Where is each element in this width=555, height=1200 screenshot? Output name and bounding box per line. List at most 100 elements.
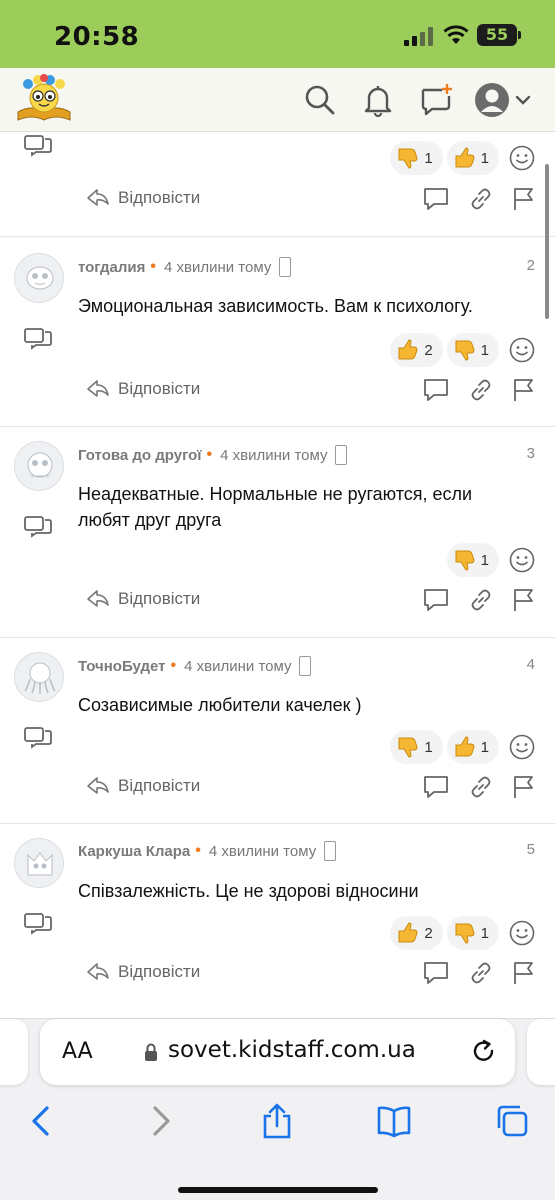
- address-bar[interactable]: AA sovet.kidstaff.com.ua: [40, 1019, 515, 1085]
- comment-number: 4: [526, 656, 535, 673]
- share-icon[interactable]: [259, 1103, 295, 1139]
- link-icon[interactable]: [468, 377, 494, 403]
- link-icon[interactable]: [468, 186, 494, 212]
- link-icon[interactable]: [468, 960, 494, 986]
- forward-icon[interactable]: [142, 1103, 178, 1139]
- like-reaction[interactable]: 1: [446, 730, 499, 764]
- mobile-device-icon: [279, 257, 292, 277]
- online-dot: •: [170, 657, 177, 674]
- online-dot: •: [206, 446, 213, 463]
- url-text[interactable]: sovet.kidstaff.com.ua: [168, 1037, 416, 1063]
- previous-tab-peek[interactable]: [0, 1019, 28, 1085]
- comment-meta: Каркуша Клара • 4 хвилини тому: [78, 840, 337, 862]
- comment-author[interactable]: Готова до другої: [78, 447, 202, 464]
- avatar[interactable]: [14, 652, 64, 702]
- comment-time: 4 хвилини тому: [220, 446, 328, 464]
- thumbs-up-icon: [455, 736, 475, 757]
- chat-bubbles-icon[interactable]: [24, 912, 52, 936]
- home-indicator[interactable]: [178, 1187, 378, 1193]
- comment-actions: Відповісти: [0, 772, 555, 802]
- status-time: 20:58: [54, 22, 140, 52]
- lock-icon: [145, 1043, 157, 1061]
- reply-button[interactable]: Відповісти: [86, 379, 200, 399]
- avatar-face-icon: [26, 266, 54, 290]
- report-flag-icon[interactable]: [511, 587, 537, 613]
- comment-meta: ТочноБудет • 4 хвилини тому: [78, 655, 312, 677]
- report-flag-icon[interactable]: [511, 960, 537, 986]
- reply-button[interactable]: Відповісти: [86, 589, 200, 609]
- status-bar: 20:58 55: [0, 0, 555, 68]
- back-icon[interactable]: [24, 1103, 60, 1139]
- online-dot: •: [150, 258, 156, 275]
- reactions-bar: 2 1: [386, 916, 535, 950]
- dislike-reaction[interactable]: 1: [446, 543, 499, 577]
- comment-meta: тогдалия • 4 хвилини тому: [78, 256, 292, 278]
- reply-button[interactable]: Відповісти: [86, 188, 200, 208]
- like-reaction[interactable]: 2: [390, 333, 443, 367]
- avatar[interactable]: [14, 253, 64, 303]
- comment-icon[interactable]: [423, 587, 449, 613]
- add-reaction-smile-icon[interactable]: [509, 145, 535, 171]
- link-icon[interactable]: [468, 774, 494, 800]
- avatar[interactable]: [14, 441, 64, 491]
- comment-number: 5: [526, 841, 535, 858]
- comment-text: Неадекватные. Нормальные не ругаются, ес…: [78, 484, 473, 530]
- comment-time: 4 хвилини тому: [208, 842, 317, 860]
- cellular-signal-icon: [404, 26, 434, 46]
- reply-arrow-icon: [87, 590, 109, 607]
- comment-item: Готова до другої • 4 хвилини тому 3 Неад…: [0, 426, 555, 637]
- dislike-reaction[interactable]: 1: [390, 730, 443, 764]
- avatar-face-icon: [27, 452, 53, 478]
- reload-icon[interactable]: [471, 1039, 497, 1065]
- comment-item: тогдалия • 4 хвилини тому 2 Эмоциональна…: [0, 236, 555, 426]
- reply-button[interactable]: Відповісти: [86, 962, 200, 982]
- reply-arrow-icon: [87, 777, 109, 794]
- chat-bubbles-icon[interactable]: [24, 515, 52, 539]
- dislike-reaction[interactable]: 1: [390, 141, 443, 175]
- reply-arrow-icon: [87, 963, 109, 980]
- avatar-face-icon: [24, 662, 56, 694]
- tabs-icon[interactable]: [494, 1103, 530, 1139]
- battery-tip: [518, 31, 521, 39]
- comment-author[interactable]: Каркуша Клара: [78, 843, 190, 860]
- add-reaction-smile-icon[interactable]: [509, 547, 535, 573]
- user-avatar-menu-icon[interactable]: [474, 82, 534, 118]
- avatar[interactable]: [14, 838, 64, 888]
- scrollbar[interactable]: [545, 164, 549, 319]
- bookmarks-icon[interactable]: [376, 1103, 412, 1139]
- report-flag-icon[interactable]: [511, 774, 537, 800]
- add-reaction-smile-icon[interactable]: [509, 920, 535, 946]
- chat-bubbles-icon[interactable]: [24, 327, 52, 351]
- like-reaction[interactable]: 1: [446, 141, 499, 175]
- add-reaction-smile-icon[interactable]: [509, 337, 535, 363]
- chat-bubbles-icon[interactable]: [24, 726, 52, 750]
- dislike-reaction[interactable]: 1: [446, 333, 499, 367]
- bell-icon[interactable]: [360, 82, 396, 118]
- comment-icon[interactable]: [423, 960, 449, 986]
- next-tab-peek[interactable]: [527, 1019, 555, 1085]
- chat-bubbles-icon[interactable]: [24, 134, 52, 158]
- report-flag-icon[interactable]: [511, 186, 537, 212]
- thumbs-up-icon: [398, 339, 418, 360]
- link-icon[interactable]: [468, 587, 494, 613]
- reactions-bar: 1 1: [386, 141, 535, 175]
- add-reaction-smile-icon[interactable]: [509, 734, 535, 760]
- search-icon[interactable]: [302, 82, 338, 118]
- dislike-reaction[interactable]: 1: [446, 916, 499, 950]
- new-message-icon[interactable]: [418, 82, 454, 118]
- online-dot: •: [195, 842, 201, 859]
- comment-author[interactable]: тогдалия: [78, 259, 145, 276]
- text-size-button[interactable]: AA: [62, 1039, 93, 1064]
- reply-button[interactable]: Відповісти: [86, 776, 200, 796]
- reply-arrow-icon: [87, 189, 109, 206]
- reactions-bar: 2 1: [386, 333, 535, 367]
- comment-text: Эмоциональная зависимость. Вам к психоло…: [78, 296, 473, 316]
- comment-icon[interactable]: [423, 774, 449, 800]
- report-flag-icon[interactable]: [511, 377, 537, 403]
- comment-author[interactable]: ТочноБудет: [78, 658, 166, 675]
- like-reaction[interactable]: 2: [390, 916, 443, 950]
- comment-icon[interactable]: [423, 186, 449, 212]
- comment-icon[interactable]: [423, 377, 449, 403]
- site-logo-icon[interactable]: [14, 72, 74, 126]
- mobile-device-icon: [324, 841, 337, 861]
